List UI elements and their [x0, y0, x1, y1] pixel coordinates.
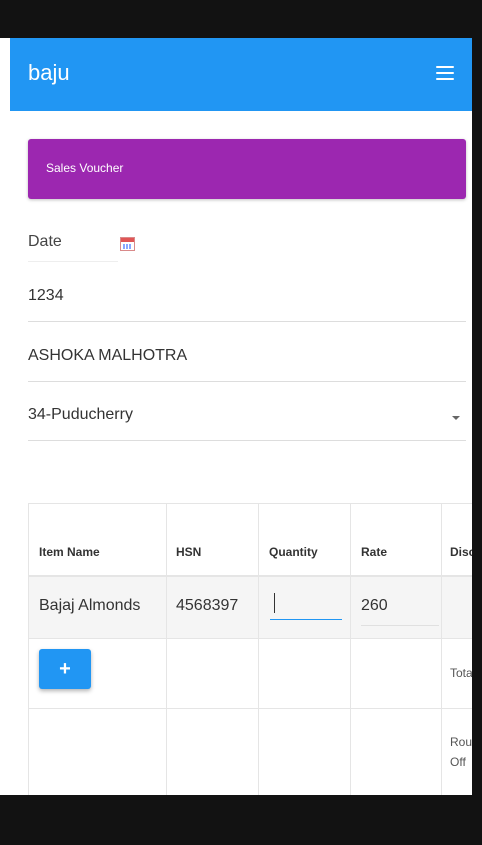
- table-column-divider: [350, 503, 351, 795]
- column-header-discount: Disco: [450, 545, 472, 559]
- date-label: Date: [28, 233, 62, 250]
- table-row-border: [29, 708, 472, 709]
- brand-title[interactable]: baju: [28, 60, 70, 86]
- table-column-divider: [441, 503, 442, 795]
- column-header-item-name: Item Name: [39, 545, 100, 559]
- rate-field-underline: [361, 625, 439, 626]
- hamburger-icon[interactable]: [436, 66, 454, 84]
- column-header-quantity: Quantity: [269, 545, 318, 559]
- table-header-border: [29, 575, 472, 577]
- text-cursor: [274, 593, 275, 613]
- round-off-label-line1: Rour: [450, 735, 472, 749]
- table-row-border: [29, 638, 472, 639]
- voucher-title-banner: Sales Voucher: [28, 139, 466, 199]
- party-name-value: ASHOKA MALHOTRA: [28, 347, 188, 364]
- state-select[interactable]: 34-Puducherry: [28, 394, 466, 441]
- status-bar: [0, 0, 482, 38]
- main-content: Sales Voucher Date 1234 ASHOKA MALHOTRA …: [10, 111, 472, 795]
- party-name-field[interactable]: ASHOKA MALHOTRA: [28, 335, 466, 382]
- hsn-cell: 4568397: [176, 597, 239, 614]
- chevron-down-icon: [452, 416, 460, 420]
- round-off-label-line2: Off: [450, 755, 466, 769]
- table-column-divider: [258, 503, 259, 795]
- add-item-button[interactable]: +: [39, 649, 91, 689]
- calendar-icon[interactable]: [120, 237, 135, 251]
- table-column-divider: [166, 503, 167, 795]
- app-navbar: baju: [10, 38, 472, 111]
- column-header-rate: Rate: [361, 545, 388, 559]
- quantity-input[interactable]: [270, 589, 342, 620]
- table-border-top: [29, 503, 472, 504]
- state-select-value: 34-Puducherry: [28, 406, 133, 423]
- items-table: Item Name HSN Quantity Rate Disco Bajaj …: [28, 503, 472, 795]
- voucher-number-value: 1234: [28, 287, 64, 304]
- rate-cell[interactable]: 260: [361, 597, 388, 615]
- screen-edge: [472, 0, 482, 845]
- column-header-hsn: HSN: [176, 545, 202, 559]
- total-label: Tota: [450, 666, 472, 680]
- navigation-bar: [0, 795, 482, 845]
- item-name-cell[interactable]: Bajaj Almonds: [39, 597, 140, 615]
- date-field-underline: [28, 261, 118, 262]
- voucher-number-field[interactable]: 1234: [28, 275, 466, 322]
- voucher-title: Sales Voucher: [46, 161, 124, 175]
